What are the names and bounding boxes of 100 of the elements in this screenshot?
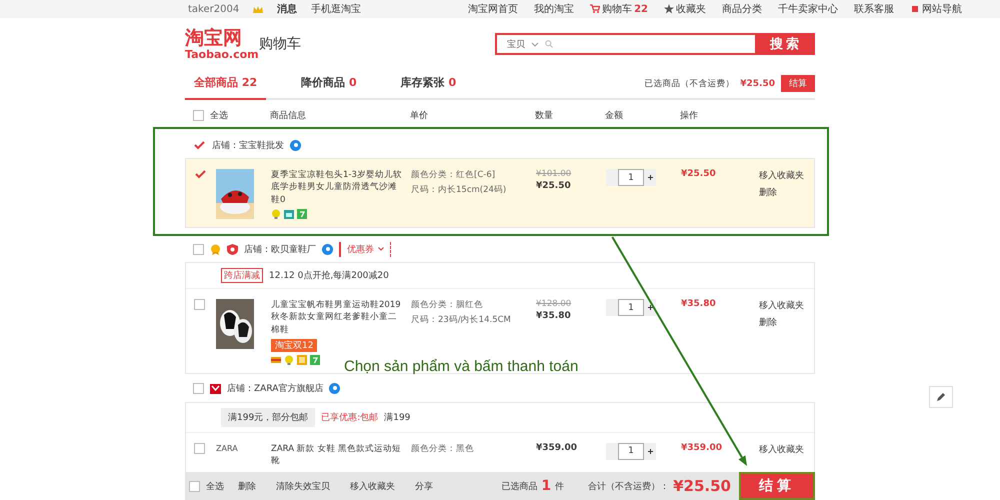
- product-attribute: 尺码：内长15cm(24码): [411, 184, 508, 196]
- action-link[interactable]: 删除: [238, 480, 256, 492]
- increase-button[interactable]: [644, 169, 656, 186]
- chevron-down-icon: [531, 42, 539, 46]
- item-total: ¥25.50: [681, 169, 717, 179]
- promo-text: 满199: [384, 412, 410, 424]
- top-nav-link[interactable]: 淘宝网首页: [468, 2, 518, 16]
- star-icon: [664, 4, 674, 14]
- plus-icon: [648, 305, 652, 310]
- original-price: ¥101.00: [536, 169, 572, 179]
- promo-tag: 跨店满减: [221, 268, 263, 283]
- grid-icon: [910, 4, 920, 14]
- logo-subtitle: Taobao.com: [185, 48, 257, 60]
- annotation-text: Chọn sản phẩm và bấm thanh toán: [344, 358, 578, 375]
- promo-note: 已享优惠:包邮: [321, 412, 378, 424]
- top-nav-link[interactable]: 手机逛淘宝: [311, 2, 362, 16]
- tab[interactable]: 降价商品 0: [292, 75, 366, 100]
- bulb-icon: [271, 208, 281, 219]
- tab[interactable]: 全部商品 22: [185, 75, 266, 100]
- promo-tag: 满199元，部分包邮: [221, 408, 316, 427]
- username-link[interactable]: taker2004: [188, 4, 240, 14]
- plus-icon: [648, 175, 652, 180]
- column-header: 数量: [535, 110, 554, 122]
- checkbox[interactable]: [193, 383, 204, 394]
- total-label: 合计（不含运费）：: [588, 480, 670, 492]
- total-price: ¥25.50: [740, 78, 775, 88]
- quantity-field[interactable]: 1: [618, 169, 644, 186]
- action-link[interactable]: 删除: [759, 186, 814, 199]
- box-icon: [297, 354, 307, 365]
- checkbox[interactable]: [194, 442, 205, 454]
- checkmark-icon[interactable]: [193, 140, 206, 150]
- quantity-field[interactable]: 1: [618, 442, 644, 460]
- select-all-label: 全选: [210, 110, 228, 122]
- shield-icon: [227, 244, 238, 254]
- checkbox[interactable]: [193, 244, 204, 254]
- decrease-button[interactable]: [606, 299, 618, 316]
- seven-day-icon: [310, 354, 320, 365]
- increase-button[interactable]: [644, 442, 656, 460]
- promo-badge: 淘宝双12: [271, 338, 318, 352]
- decrease-button[interactable]: [606, 169, 618, 186]
- brand-thumbnail: ZARA: [216, 444, 238, 453]
- shop-name[interactable]: 店铺：宝宝鞋批发: [212, 138, 284, 152]
- checkmark-icon[interactable]: [194, 169, 207, 180]
- action-link[interactable]: 删除: [759, 316, 814, 329]
- top-nav-link[interactable]: 网站导航: [910, 2, 962, 16]
- action-link[interactable]: 移入收藏夹: [350, 480, 395, 492]
- action-link[interactable]: 移入收藏夹: [759, 169, 814, 182]
- pencil-icon: [936, 392, 946, 402]
- product-attribute: 颜色分类：黑色: [411, 442, 475, 455]
- folder-icon: [284, 208, 294, 219]
- top-nav-link[interactable]: 联系客服: [854, 2, 894, 16]
- top-nav-link[interactable]: 收藏夹: [664, 2, 706, 16]
- promo-text: 12.12 0点开抢,每满200减20: [269, 270, 389, 282]
- action-link[interactable]: 分享: [415, 480, 433, 492]
- chat-bubble-icon: [290, 140, 301, 150]
- coupon-button[interactable]: 优惠券: [339, 242, 391, 256]
- select-all-label: 全选: [206, 480, 224, 492]
- chevron-down-icon: [378, 247, 384, 251]
- item-total: ¥35.80: [681, 299, 717, 309]
- tab[interactable]: 库存紧张 0: [392, 75, 466, 100]
- top-nav-link[interactable]: 购物车 22: [590, 2, 648, 16]
- product-title-link[interactable]: 夏季宝宝凉鞋包头1-3岁婴幼儿软底学步鞋男女儿童防滑透气沙滩鞋0: [271, 169, 403, 206]
- total-price: ¥25.50: [673, 477, 731, 495]
- search-icon: [545, 40, 553, 48]
- product-title-link[interactable]: ZARA 新款 女鞋 黑色款式运动短靴: [271, 442, 403, 468]
- original-price: ¥128.00: [536, 299, 572, 309]
- taobao-logo[interactable]: 淘宝网: [185, 28, 257, 48]
- shop-name[interactable]: 店铺：ZARA官方旗舰店: [227, 382, 324, 396]
- checkbox[interactable]: [193, 110, 204, 120]
- selected-items-label: 已选商品（不含运费）: [644, 78, 734, 90]
- column-header: 单价: [410, 110, 429, 122]
- checkbox[interactable]: [194, 299, 205, 310]
- quantity-field[interactable]: 1: [618, 299, 644, 316]
- shop-name[interactable]: 店铺：欧贝童鞋厂: [244, 242, 316, 256]
- medal-icon: [210, 244, 221, 254]
- checkout-button[interactable]: 结算: [781, 75, 815, 92]
- top-nav-link[interactable]: 千牛卖家中心: [778, 2, 838, 16]
- checkout-button[interactable]: 结算: [739, 472, 815, 500]
- action-link[interactable]: 移入收藏夹: [759, 299, 814, 312]
- product-attribute: 颜色分类：胭红色: [411, 299, 484, 311]
- column-header: 商品信息: [270, 110, 307, 122]
- column-header: 操作: [680, 110, 699, 122]
- decrease-button[interactable]: [606, 442, 618, 460]
- action-link[interactable]: 移入收藏夹: [759, 442, 814, 456]
- product-title-link[interactable]: 儿童宝宝帆布鞋男童运动鞋2019秋冬新款女童网红老爹鞋小童二棉鞋: [271, 299, 403, 336]
- crown-icon: [253, 6, 264, 12]
- column-header: 金额: [605, 110, 624, 122]
- search-field[interactable]: 宝贝: [495, 33, 757, 55]
- unit-price: ¥359.00: [536, 442, 578, 453]
- action-link[interactable]: 清除失效宝贝: [276, 480, 330, 492]
- plus-icon: [648, 448, 652, 454]
- search-button[interactable]: 搜索: [757, 33, 815, 55]
- top-nav-link[interactable]: 消息: [277, 2, 298, 16]
- product-attribute: 颜色分类：红色[C-6]: [411, 169, 496, 181]
- top-nav-link[interactable]: 商品分类: [722, 2, 762, 16]
- top-nav-link[interactable]: 我的淘宝: [534, 2, 574, 16]
- bulb-icon: [284, 354, 294, 365]
- edit-button[interactable]: [929, 386, 953, 408]
- chat-bubble-icon: [329, 383, 340, 394]
- checkbox[interactable]: [189, 480, 200, 492]
